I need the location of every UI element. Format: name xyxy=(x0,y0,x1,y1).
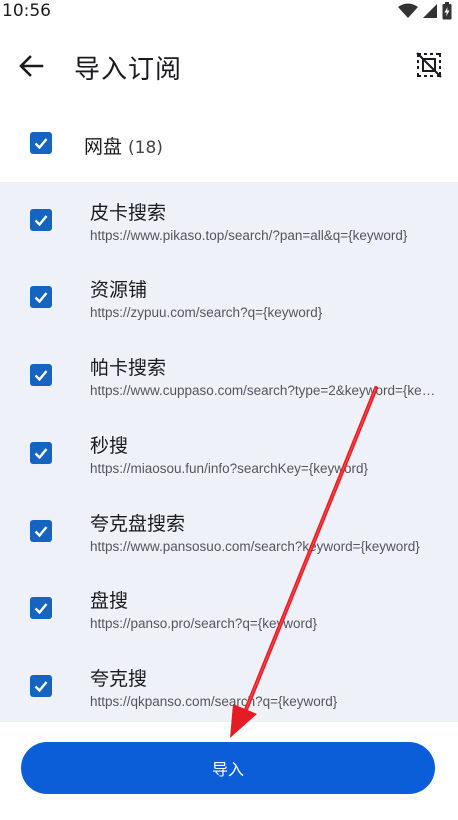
group-name: 网盘 xyxy=(84,136,123,158)
arrow-back-icon xyxy=(19,55,44,77)
list-item[interactable]: 夸克盘搜索 https://www.pansosuo.com/search?ke… xyxy=(0,493,458,569)
list-item[interactable]: 盘搜 https://panso.pro/search?q={keyword} xyxy=(0,570,458,646)
item-name: 资源铺 xyxy=(90,279,148,301)
check-icon xyxy=(34,138,48,150)
back-button[interactable] xyxy=(14,50,48,82)
item-name: 皮卡搜索 xyxy=(90,202,167,224)
check-icon xyxy=(34,370,48,382)
item-name: 帕卡搜索 xyxy=(90,357,167,379)
import-button[interactable]: 导入 xyxy=(21,742,435,794)
deselect-icon xyxy=(416,52,442,78)
wifi-icon xyxy=(398,3,418,18)
signal-icon xyxy=(423,4,437,18)
status-time: 10:56 xyxy=(2,1,51,21)
check-icon xyxy=(34,215,48,227)
list-item[interactable]: 帕卡搜索 https://www.cuppaso.com/search?type… xyxy=(0,337,458,413)
page-title: 导入订阅 xyxy=(74,55,183,85)
item-url: https://www.cuppaso.com/search?type=2&ke… xyxy=(90,383,436,398)
item-name: 夸克盘搜索 xyxy=(90,513,186,535)
list-item[interactable]: 皮卡搜索 https://www.pikaso.top/search/?pan=… xyxy=(0,182,458,258)
group-header[interactable]: 网盘 (18) xyxy=(0,116,458,172)
check-icon xyxy=(34,526,48,538)
group-count: (18) xyxy=(128,138,163,158)
item-url: https://www.pansosuo.com/search?keyword=… xyxy=(90,539,420,554)
item-checkbox[interactable] xyxy=(30,364,52,386)
subscription-list[interactable]: 皮卡搜索 https://www.pikaso.top/search/?pan=… xyxy=(0,182,458,722)
item-checkbox[interactable] xyxy=(30,209,52,231)
status-icons xyxy=(398,2,452,20)
deselect-all-button[interactable] xyxy=(414,50,444,80)
item-url: https://qkpanso.com/search?q={keyword} xyxy=(90,694,338,709)
item-name: 夸克搜 xyxy=(90,668,148,690)
group-checkbox[interactable] xyxy=(30,132,52,154)
check-icon xyxy=(34,292,48,304)
item-checkbox[interactable] xyxy=(30,597,52,619)
item-url: https://www.pikaso.top/search/?pan=all&q… xyxy=(90,228,408,243)
item-checkbox[interactable] xyxy=(30,675,52,697)
check-icon xyxy=(34,603,48,615)
check-icon xyxy=(34,448,48,460)
item-url: https://panso.pro/search?q={keyword} xyxy=(90,616,318,631)
item-name: 盘搜 xyxy=(90,590,129,612)
item-checkbox[interactable] xyxy=(30,442,52,464)
item-url: https://miaosou.fun/info?searchKey={keyw… xyxy=(90,461,369,476)
battery-icon xyxy=(442,2,452,20)
item-checkbox[interactable] xyxy=(30,286,52,308)
status-bar: 10:56 xyxy=(0,0,458,24)
list-item[interactable]: 资源铺 https://zypuu.com/search?q={keyword} xyxy=(0,259,458,335)
check-icon xyxy=(34,681,48,693)
list-item[interactable]: 秒搜 https://miaosou.fun/info?searchKey={k… xyxy=(0,415,458,491)
item-name: 秒搜 xyxy=(90,435,129,457)
toolbar: 导入订阅 xyxy=(0,38,458,94)
item-checkbox[interactable] xyxy=(30,520,52,542)
item-url: https://zypuu.com/search?q={keyword} xyxy=(90,305,323,320)
group-label: 网盘 (18) xyxy=(84,132,163,159)
list-item[interactable]: 夸克搜 https://qkpanso.com/search?q={keywor… xyxy=(0,648,458,722)
